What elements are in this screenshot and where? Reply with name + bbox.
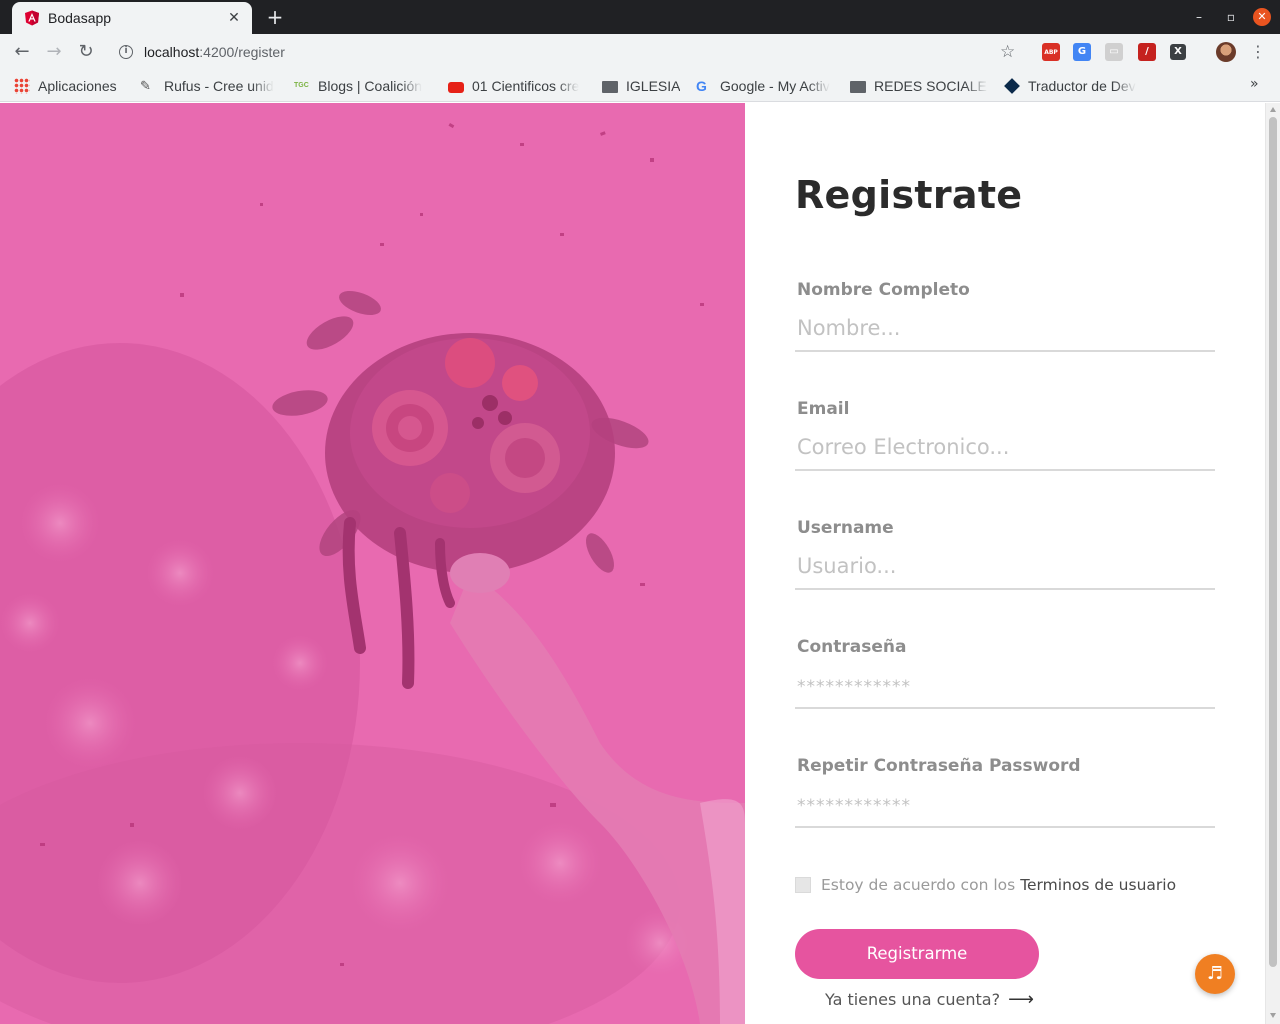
full-name-input[interactable] [795,306,1215,352]
email-field: Email [795,399,1215,475]
bookmarks-bar: Aplicaciones ✎ Rufus - Cree unid TGC Blo… [0,70,1280,102]
login-link-text: Ya tienes una cuenta? [825,990,1001,1009]
password-label: Contraseña [797,637,907,657]
folder-icon [850,81,866,93]
page-title: Registrate [795,173,1023,217]
repeat-password-label: Repetir Contraseña Password [797,756,1081,776]
folder-icon [602,81,618,93]
bookmark-iglesia[interactable]: IGLESIA [602,76,680,96]
bookmarks-overflow-icon[interactable]: » [1250,76,1259,92]
adblock-icon[interactable]: ABP [1042,43,1060,61]
username-label: Username [797,518,894,538]
full-name-label: Nombre Completo [797,280,970,300]
menu-kebab-icon[interactable]: ⋮ [1250,41,1266,63]
bookmark-rufus[interactable]: ✎ Rufus - Cree unid [140,76,278,96]
email-label: Email [797,399,850,419]
rufus-icon: ✎ [140,78,151,93]
music-note-icon: ♬ [1206,963,1224,984]
apps-icon [14,78,30,94]
scrollbar-thumb[interactable] [1269,117,1277,967]
bookmark-tgc[interactable]: TGC Blogs | Coalición [294,76,432,96]
tab-close-icon[interactable]: ✕ [226,10,242,26]
terms-text: Estoy de acuerdo con los [821,876,1016,894]
repeat-password-input[interactable] [795,782,1215,828]
username-input[interactable] [795,544,1215,590]
youtube-icon [448,81,464,93]
password-field: Contraseña [795,637,1215,713]
email-input[interactable] [795,425,1215,471]
bookmark-apps[interactable]: Aplicaciones [14,76,117,96]
browser-tab[interactable]: Bodasapp ✕ [12,2,252,34]
hero-image [0,103,745,1024]
maximize-icon[interactable]: ▫ [1222,8,1240,26]
translator-icon [1004,78,1020,94]
login-link[interactable]: Ya tienes una cuenta? ⟶ [825,989,1034,1010]
bouquet-illustration [0,103,745,1024]
profile-avatar[interactable] [1216,42,1236,62]
scroll-down-icon[interactable] [1270,1013,1276,1018]
new-tab-icon[interactable]: + [264,6,286,28]
tab-title: Bodasapp [48,10,112,26]
x-icon[interactable]: X [1170,44,1186,60]
music-button[interactable]: ♬ [1195,954,1235,994]
arrow-right-icon: ⟶ [1008,989,1034,1010]
scrollbar[interactable] [1265,103,1280,1024]
site-info-icon[interactable]: i [119,45,133,59]
angular-icon [25,10,39,26]
terms-checkbox[interactable] [795,877,811,893]
back-icon[interactable]: ← [11,41,33,63]
register-panel: Registrate Nombre Completo Email Usernam… [745,103,1265,1024]
translate-icon[interactable]: G [1073,43,1091,61]
cast-icon[interactable]: ▭ [1105,43,1123,61]
forward-icon[interactable]: → [43,41,65,63]
repeat-password-field: Repetir Contraseña Password [795,756,1215,832]
address-bar[interactable]: i localhost:4200/register [108,38,1028,66]
bookmark-traductor[interactable]: Traductor de Dev [1004,76,1142,96]
bookmark-google[interactable]: G Google - My Activ [696,76,834,96]
bookmark-youtube[interactable]: 01 Cientificos cre [448,76,586,96]
terms-row: Estoy de acuerdo con los Terminos de usu… [795,876,1176,894]
register-button[interactable]: Registrarme [795,929,1039,979]
username-field: Username [795,518,1215,594]
scroll-up-icon[interactable] [1270,107,1276,112]
window-close-icon[interactable]: ✕ [1253,8,1271,26]
tgc-icon: TGC [294,82,309,89]
reload-icon[interactable]: ↻ [75,41,97,63]
pen-icon[interactable]: / [1138,43,1156,61]
password-input[interactable] [795,663,1215,709]
bookmark-redes[interactable]: REDES SOCIALES [850,76,988,96]
tab-strip: Bodasapp ✕ + – ▫ ✕ [0,0,1280,34]
browser-toolbar: ← → ↻ i localhost:4200/register ☆ ABP G … [0,34,1280,70]
bookmark-star-icon[interactable]: ☆ [1000,41,1015,63]
url-text: localhost:4200/register [144,44,285,60]
google-icon: G [696,78,707,94]
full-name-field: Nombre Completo [795,280,1215,356]
terms-link[interactable]: Terminos de usuario [1020,876,1176,894]
minimize-icon[interactable]: – [1190,8,1208,26]
